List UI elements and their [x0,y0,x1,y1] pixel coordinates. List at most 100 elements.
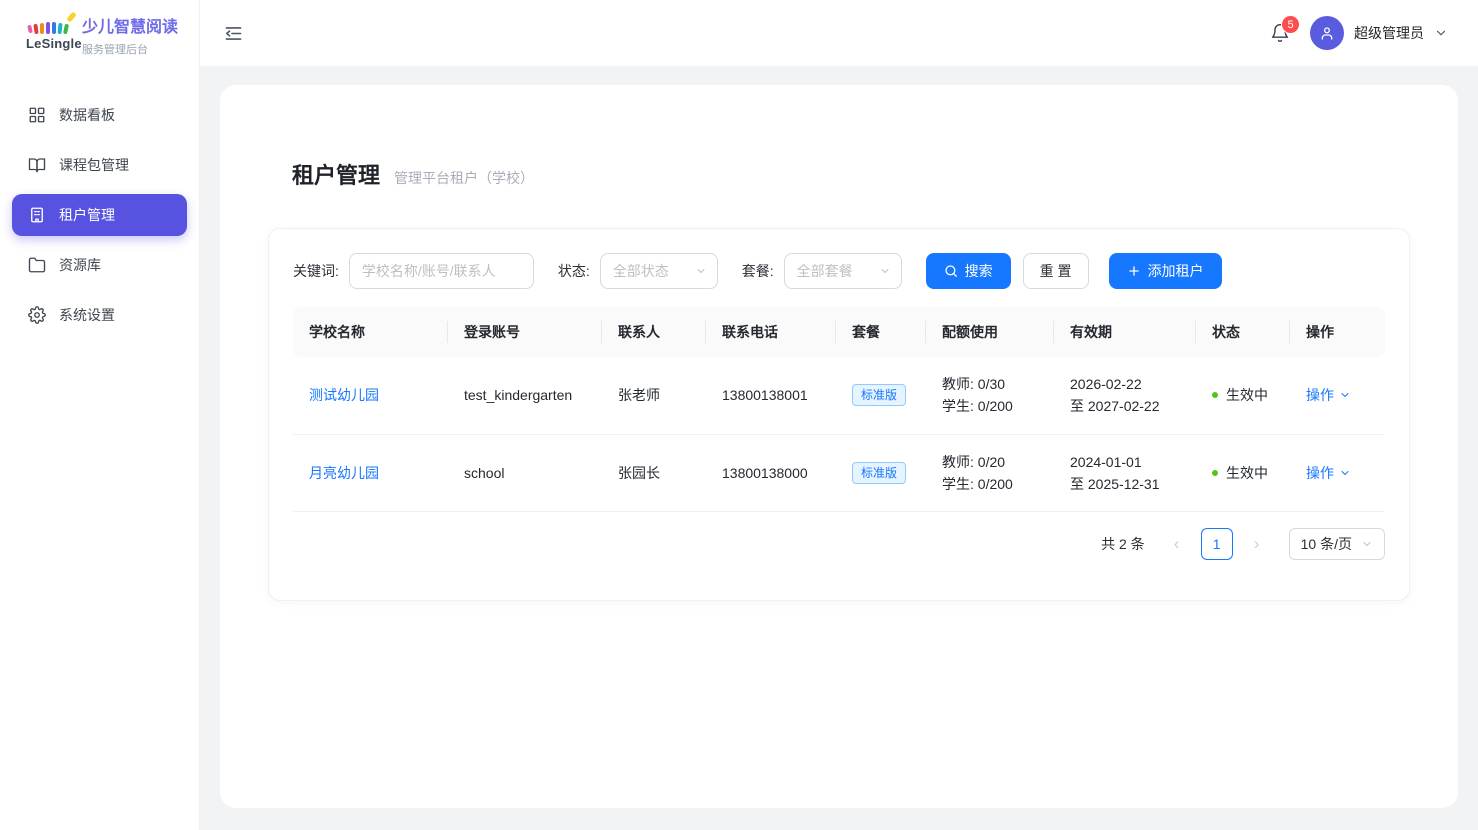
lesingle-logo-icon: LeSingle [26,19,70,51]
reset-button-label: 重 置 [1040,261,1072,281]
sidebar-item-label: 资源库 [59,255,101,275]
contact-name: 张老师 [602,357,706,434]
add-tenant-button[interactable]: 添加租户 [1109,253,1222,289]
search-button-label: 搜索 [965,261,993,281]
book-icon [28,156,46,174]
sidebar-item-label: 系统设置 [59,305,115,325]
brand-logo: LeSingle 少儿智慧阅读 服务管理后台 [0,0,199,70]
keyword-label: 关键词: [293,261,339,281]
search-button[interactable]: 搜索 [926,253,1011,289]
status-badge: 生效中 [1226,465,1268,481]
add-tenant-button-label: 添加租户 [1148,261,1204,281]
col-actions: 操作 [1290,307,1385,357]
quota-usage: 教师: 0/30 学生: 0/200 [926,357,1054,434]
plan-badge: 标准版 [852,384,906,406]
status-select[interactable]: 全部状态 [600,253,718,289]
col-phone: 联系电话 [706,307,836,357]
chevron-down-icon [879,265,891,277]
pagination-total: 共 2 条 [1101,534,1145,554]
chevron-down-icon [695,265,707,277]
pagination: 共 2 条 ‹ 1 › 10 条/页 [293,528,1385,560]
valid-from: 2026-02-22 [1070,373,1180,395]
status-badge: 生效中 [1226,387,1268,403]
sidebar-item-label: 课程包管理 [59,155,129,175]
logo-wordmark: LeSingle [26,36,70,51]
status-dot-icon [1212,392,1218,398]
col-login-account: 登录账号 [448,307,602,357]
notification-badge: 5 [1281,15,1300,34]
sidebar-item-dashboard[interactable]: 数据看板 [12,94,187,136]
chevron-down-icon [1339,467,1351,479]
row-actions-dropdown[interactable]: 操作 [1306,385,1351,405]
quota-teacher: 教师: 0/20 [942,451,1038,473]
sidebar-item-label: 数据看板 [59,105,115,125]
valid-from: 2024-01-01 [1070,451,1180,473]
login-account: test_kindergarten [448,357,602,434]
page-size-value: 10 条/页 [1301,534,1352,554]
contact-phone: 13800138000 [706,434,836,511]
sidebar-nav: 数据看板 课程包管理 租户管理 资源库 系统设置 [0,70,199,336]
contact-name: 张园长 [602,434,706,511]
sidebar-item-settings[interactable]: 系统设置 [12,294,187,336]
chevron-down-icon [1361,538,1373,550]
page-subtitle: 管理平台租户（学校） [394,168,534,188]
contact-phone: 13800138001 [706,357,836,434]
tenant-panel: 关键词: 状态: 全部状态 套餐: 全部套餐 [268,228,1410,601]
school-name-link[interactable]: 测试幼儿园 [309,387,379,403]
validity-period: 2024-01-01 至 2025-12-31 [1054,434,1196,511]
page-size-select[interactable]: 10 条/页 [1289,528,1385,560]
page-header: 租户管理 管理平台租户（学校） [292,161,1410,191]
sidebar-item-label: 租户管理 [59,205,115,225]
filter-bar: 关键词: 状态: 全部状态 套餐: 全部套餐 [293,253,1385,289]
keyword-input[interactable] [349,253,534,289]
validity-period: 2026-02-22 至 2027-02-22 [1054,357,1196,434]
col-status: 状态 [1196,307,1290,357]
sidebar-item-course-packages[interactable]: 课程包管理 [12,144,187,186]
brand-title: 少儿智慧阅读 [82,13,178,37]
prev-page-icon[interactable]: ‹ [1163,528,1191,560]
status-label: 状态: [558,261,590,281]
sidebar-item-tenants[interactable]: 租户管理 [12,194,187,236]
plus-icon [1127,264,1141,278]
row-actions-label: 操作 [1306,385,1334,405]
school-name-link[interactable]: 月亮幼儿园 [309,465,379,481]
col-plan: 套餐 [836,307,926,357]
row-actions-dropdown[interactable]: 操作 [1306,463,1351,483]
col-validity: 有效期 [1054,307,1196,357]
content-area: 租户管理 管理平台租户（学校） 关键词: 状态: 全部状态 套餐: [200,66,1478,830]
reset-button[interactable]: 重 置 [1023,253,1089,289]
plan-label: 套餐: [742,261,774,281]
sidebar: LeSingle 少儿智慧阅读 服务管理后台 数据看板 课程包管理 租户管理 [0,0,200,830]
plan-select-value: 全部套餐 [797,261,853,281]
table-row: 测试幼儿园 test_kindergarten 张老师 13800138001 … [293,357,1385,434]
login-account: school [448,434,602,511]
menu-fold-icon[interactable] [224,24,243,43]
quota-teacher: 教师: 0/30 [942,373,1038,395]
next-page-icon[interactable]: › [1243,528,1271,560]
row-actions-label: 操作 [1306,463,1334,483]
valid-to: 至 2025-12-31 [1070,473,1180,495]
avatar [1310,16,1344,50]
tenant-table: 学校名称 登录账号 联系人 联系电话 套餐 配额使用 有效期 状态 操作 [293,307,1385,512]
chevron-down-icon [1434,26,1448,40]
user-menu[interactable]: 超级管理员 [1310,16,1448,50]
col-contact: 联系人 [602,307,706,357]
quota-student: 学生: 0/200 [942,473,1038,495]
search-icon [944,264,958,278]
status-cell: 生效中 [1196,434,1290,511]
folder-icon [28,256,46,274]
sidebar-item-resources[interactable]: 资源库 [12,244,187,286]
gear-icon [28,306,46,324]
col-school-name: 学校名称 [293,307,448,357]
plan-badge: 标准版 [852,462,906,484]
notifications-button[interactable]: 5 [1270,23,1290,43]
user-name: 超级管理员 [1354,23,1424,43]
status-select-value: 全部状态 [613,261,669,281]
dashboard-grid-icon [28,106,46,124]
topbar: 5 超级管理员 [200,0,1478,66]
plan-select[interactable]: 全部套餐 [784,253,902,289]
building-icon [28,206,46,224]
page-number-button[interactable]: 1 [1201,528,1233,560]
valid-to: 至 2027-02-22 [1070,395,1180,417]
chevron-down-icon [1339,389,1351,401]
